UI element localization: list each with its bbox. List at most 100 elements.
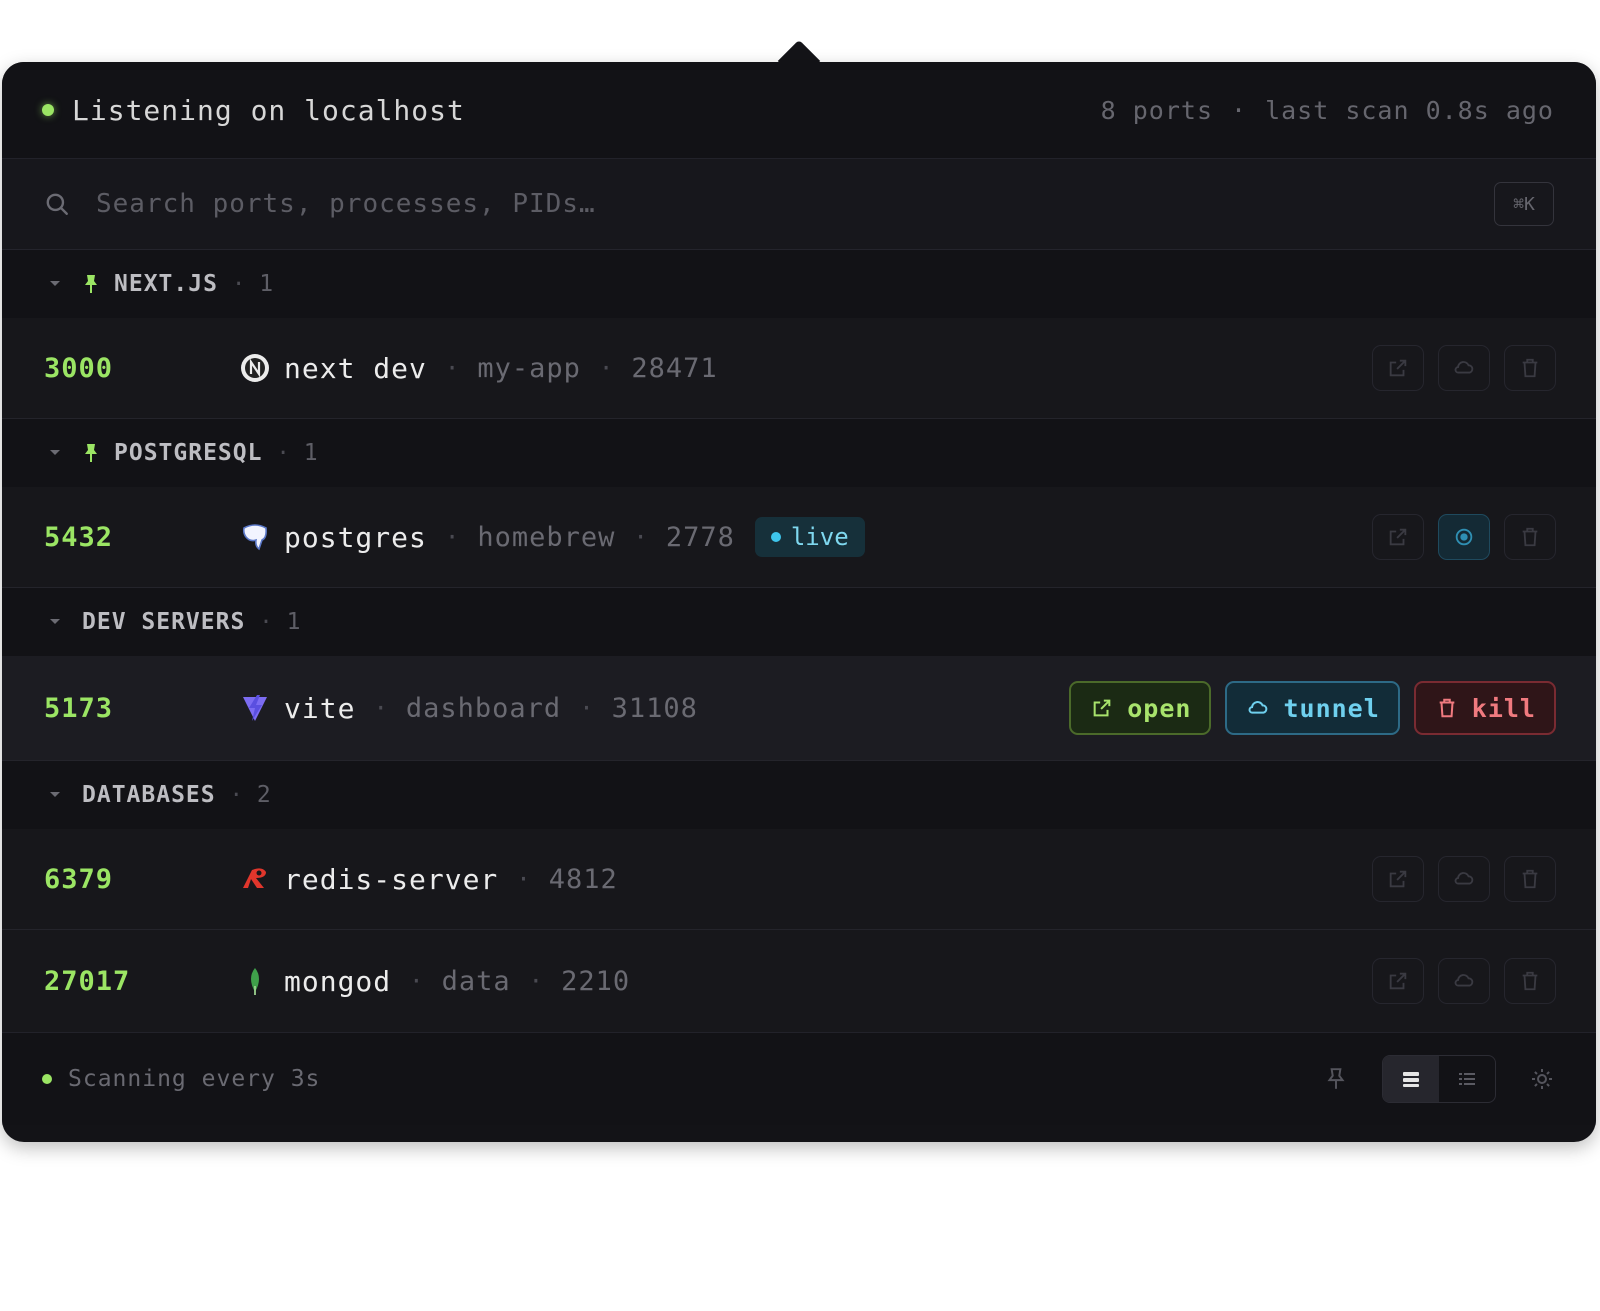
live-dot [770, 532, 781, 542]
process-name: mongod [284, 964, 392, 998]
separator: · [579, 694, 594, 722]
kill-button[interactable] [1504, 345, 1556, 391]
tunnel-button[interactable] [1438, 958, 1490, 1004]
pin-icon[interactable] [1324, 1067, 1348, 1091]
port-number: 3000 [44, 352, 114, 384]
group-name: DEV SERVERS [82, 609, 246, 635]
group-count: 1 [259, 271, 274, 297]
tunnel-label: tunnel [1283, 693, 1380, 723]
list-icon [1459, 1073, 1475, 1085]
separator: · [444, 354, 460, 382]
shortcut-hint: ⌘K [1494, 182, 1554, 226]
kill-button[interactable] [1504, 958, 1556, 1004]
tunnel-button[interactable] [1438, 345, 1490, 391]
rows-icon [1403, 1072, 1419, 1087]
group-header-postgresql[interactable]: POSTGRESQL · 1 [2, 419, 1596, 487]
redis-icon [240, 864, 270, 894]
separator: · [528, 967, 544, 995]
header: Listening on localhost 8 ports · last sc… [2, 62, 1596, 159]
search-bar: ⌘K [2, 159, 1596, 250]
kill-button[interactable]: kill [1413, 681, 1556, 735]
external-link-icon [1093, 699, 1111, 717]
live-badge: live [754, 517, 865, 557]
record-icon [1455, 528, 1473, 546]
trash-icon [1522, 358, 1538, 378]
trash-icon [1439, 698, 1455, 718]
comfortable-view-button[interactable] [1383, 1056, 1439, 1102]
tunnel-button[interactable] [1438, 856, 1490, 902]
gear-icon[interactable] [1530, 1067, 1554, 1091]
process-name: vite [284, 691, 356, 725]
group-header-nextjs[interactable]: NEXT.JS · 1 [2, 250, 1596, 318]
pin-icon [85, 275, 97, 293]
external-link-icon [1389, 870, 1407, 888]
tunnel-button[interactable]: tunnel [1225, 681, 1400, 735]
trash-icon [1522, 527, 1538, 547]
port-row[interactable]: 6379 redis-server · 4812 [2, 829, 1596, 930]
process-name: postgres [284, 520, 427, 554]
scan-status: Scanning every 3s [68, 1066, 321, 1092]
open-button[interactable] [1372, 514, 1424, 560]
footer: Scanning every 3s [2, 1032, 1596, 1125]
cloud-icon [1454, 872, 1474, 885]
group-header-databases[interactable]: DATABASES · 2 [2, 761, 1596, 829]
search-input[interactable] [94, 188, 1494, 220]
stop-tunnel-button[interactable] [1438, 514, 1490, 560]
cloud-icon [1454, 974, 1474, 987]
group-count: 2 [256, 782, 271, 808]
project-name: my-app [477, 352, 581, 384]
pin-icon [85, 444, 97, 462]
kill-button[interactable] [1504, 514, 1556, 560]
chevron-down-icon [50, 281, 60, 286]
separator: · [516, 865, 531, 893]
separator: · [444, 523, 460, 551]
port-number: 27017 [44, 965, 131, 997]
group-count: 1 [286, 609, 301, 635]
header-title: Listening on localhost [72, 93, 465, 127]
project-name: data [441, 965, 511, 997]
trash-icon [1522, 869, 1538, 889]
compact-view-button[interactable] [1439, 1056, 1495, 1102]
port-row[interactable]: 27017 mongod · data · 2210 [2, 930, 1596, 1032]
pid: 4812 [548, 863, 618, 895]
external-link-icon [1389, 972, 1407, 990]
port-count: 8 ports [1100, 95, 1213, 125]
separator: · [373, 694, 388, 722]
process-name: redis-server [284, 862, 499, 896]
chevron-down-icon [50, 619, 60, 624]
badge-label: live [790, 523, 849, 551]
separator: · [1231, 95, 1248, 125]
external-link-icon [1389, 528, 1407, 546]
trash-icon [1522, 971, 1538, 991]
project-name: homebrew [477, 521, 616, 553]
separator: · [276, 440, 290, 466]
group-name: DATABASES [82, 782, 216, 808]
view-toggle [1382, 1055, 1496, 1103]
separator: · [259, 609, 273, 635]
group-header-dev-servers[interactable]: DEV SERVERS · 1 [2, 588, 1596, 656]
chevron-down-icon [50, 792, 60, 797]
port-number: 5173 [44, 692, 114, 724]
scanning-indicator [42, 1074, 52, 1084]
cloud-icon [1454, 361, 1474, 374]
open-button[interactable] [1372, 345, 1424, 391]
kill-label: kill [1471, 693, 1536, 723]
group-name: NEXT.JS [114, 271, 218, 297]
pid: 2210 [561, 965, 631, 997]
port-row[interactable]: 3000 next dev · my-app · 28471 [2, 318, 1596, 419]
project-name: dashboard [405, 692, 562, 724]
port-row-hovered[interactable]: 5173 vite · dashboard · 31108 open tunne… [2, 656, 1596, 761]
separator: · [409, 967, 424, 995]
postgres-icon [240, 522, 270, 552]
separator: · [231, 271, 246, 297]
separator: · [633, 523, 648, 551]
mongodb-icon [240, 966, 270, 996]
kill-button[interactable] [1504, 856, 1556, 902]
cloud-icon [1249, 701, 1268, 714]
port-number: 5432 [44, 521, 114, 553]
open-button[interactable] [1372, 856, 1424, 902]
open-button[interactable]: open [1069, 681, 1212, 735]
open-button[interactable] [1372, 958, 1424, 1004]
pid: 2778 [665, 521, 735, 553]
port-row[interactable]: 5432 postgres · homebrew · 2778 live [2, 487, 1596, 588]
